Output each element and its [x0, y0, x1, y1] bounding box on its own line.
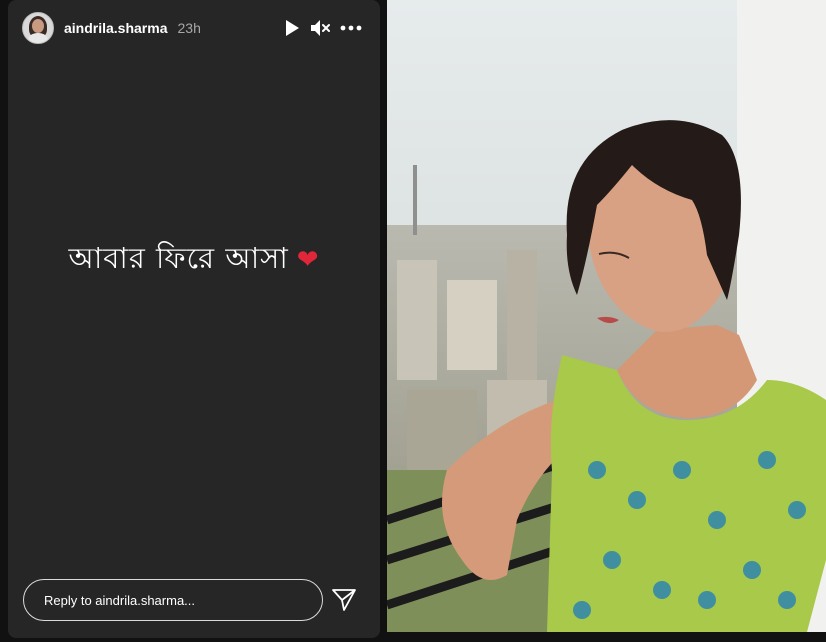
story-text: আবার ফিরে আসা	[68, 241, 289, 275]
more-options-icon[interactable]	[340, 25, 362, 31]
story-panel: aindrila.sharma 23h আবার ফিরে আসা ❤ Repl…	[8, 0, 380, 638]
reply-placeholder: Reply to aindrila.sharma...	[44, 592, 196, 608]
story-controls	[284, 19, 362, 37]
story-photo[interactable]	[387, 0, 826, 632]
avatar[interactable]	[22, 12, 54, 44]
story-header: aindrila.sharma 23h	[22, 12, 362, 44]
reply-input[interactable]: Reply to aindrila.sharma...	[23, 579, 323, 621]
photo-illustration	[387, 0, 826, 632]
mute-icon[interactable]	[310, 19, 330, 37]
heart-emoji: ❤	[296, 245, 320, 275]
play-icon[interactable]	[284, 19, 300, 37]
send-icon[interactable]	[330, 586, 358, 614]
story-caption: আবার ফিরে আসা ❤	[8, 236, 380, 285]
username[interactable]: aindrila.sharma	[64, 20, 168, 36]
timestamp: 23h	[177, 20, 201, 36]
